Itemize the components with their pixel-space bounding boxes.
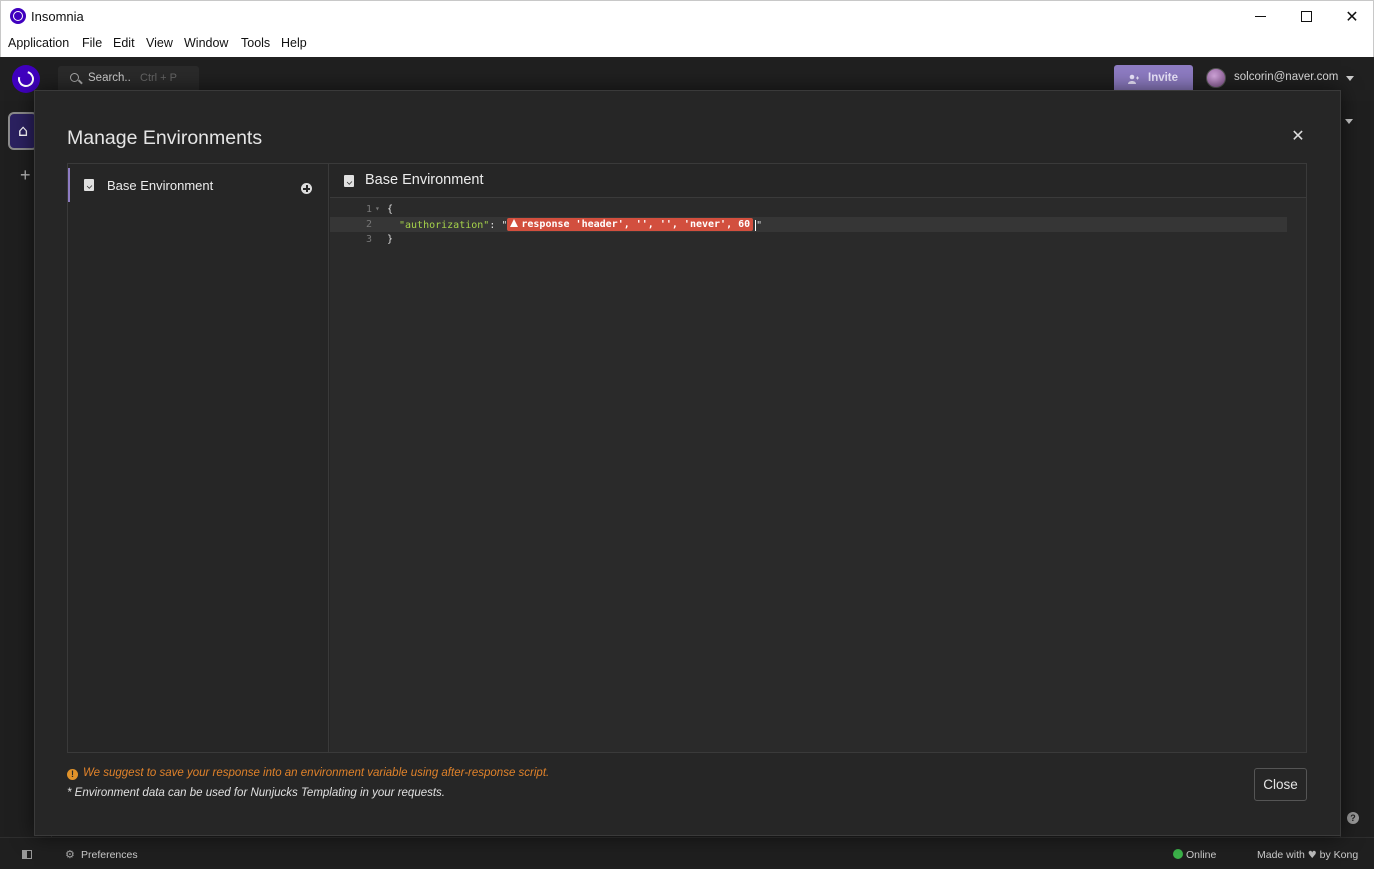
maximize-icon (1300, 11, 1312, 22)
search-input[interactable]: Search.. Ctrl + P (58, 66, 199, 92)
line-number: 3 (365, 234, 372, 245)
chevron-down-icon[interactable] (1346, 76, 1354, 81)
menu-file[interactable]: File (82, 36, 102, 50)
menu-help[interactable]: Help (281, 36, 307, 50)
after-response-hint: ! We suggest to save your response into a… (67, 767, 549, 780)
search-icon (70, 73, 79, 82)
insomnia-logo-icon (10, 8, 26, 24)
made-with-suffix: by Kong (1319, 849, 1359, 861)
code-text: } (387, 234, 394, 245)
minimize-icon (1254, 16, 1266, 17)
code-line: 3 } (330, 232, 1287, 247)
insomnia-logo[interactable] (12, 65, 40, 93)
code-line-active: 2 "authorization": " response 'header', '… (330, 217, 1287, 232)
code-line: 1 ▾ { (330, 202, 1287, 217)
modal-title: Manage Environments (67, 127, 263, 149)
warning-icon: ! (67, 769, 78, 780)
manage-environments-modal: Manage Environments ✕ Base Environment B… (34, 90, 1341, 836)
add-sub-environment-icon[interactable] (301, 183, 312, 194)
window-close-button[interactable]: ✕ (1329, 1, 1374, 32)
warning-icon (510, 219, 519, 227)
help-icon[interactable]: ? (1347, 812, 1359, 824)
search-placeholder: Search.. (88, 72, 131, 84)
status-bar: ⚙ Preferences Online Made with ♥ by Kong (0, 837, 1374, 869)
environment-editor: Base Environment 1 ▾ { 2 "authorization"… (330, 164, 1306, 752)
tag-text: response 'header', '', '', 'never', 60 (521, 219, 751, 230)
fold-toggle-icon[interactable]: ▾ (375, 204, 380, 213)
json-close-quote: " (756, 220, 763, 231)
heart-icon: ♥ (1307, 850, 1317, 861)
sidebar-toggle-icon[interactable] (22, 850, 32, 859)
menu-window[interactable]: Window (184, 36, 228, 50)
window-titlebar: Insomnia ✕ (0, 0, 1374, 31)
add-user-icon (1128, 74, 1139, 84)
code-text: "authorization": " response 'header', '',… (399, 218, 763, 232)
avatar[interactable] (1206, 68, 1226, 88)
line-number: 2 (365, 219, 372, 230)
close-button[interactable]: Close (1254, 768, 1307, 801)
made-with-prefix: Made with (1257, 849, 1305, 861)
editor-header: Base Environment (330, 164, 1306, 198)
editor-environment-name[interactable]: Base Environment (365, 172, 483, 188)
user-email[interactable]: solcorin@naver.com (1234, 71, 1338, 83)
maximize-button[interactable] (1283, 1, 1329, 32)
made-with-kong[interactable]: Made with ♥ by Kong (1257, 849, 1358, 861)
chevron-down-icon[interactable] (1345, 119, 1353, 124)
environment-file-icon (84, 179, 94, 191)
json-separator: : " (489, 220, 508, 231)
menu-view[interactable]: View (146, 36, 173, 50)
gear-icon[interactable]: ⚙ (65, 848, 75, 861)
minimize-button[interactable] (1237, 1, 1283, 32)
invite-button[interactable]: Invite (1114, 65, 1193, 93)
online-status: Online (1186, 849, 1217, 861)
line-number: 1 (365, 204, 372, 215)
environment-sidebar: Base Environment (68, 164, 329, 752)
json-code-editor[interactable]: 1 ▾ { 2 "authorization": " response 'head… (330, 202, 1306, 742)
invite-label: Invite (1148, 72, 1179, 84)
json-key: "authorization" (399, 220, 490, 231)
menu-application[interactable]: Application (8, 36, 69, 50)
close-icon: ✕ (1345, 8, 1359, 26)
sidebar-item-base-environment[interactable]: Base Environment (68, 168, 328, 202)
code-text: { (387, 204, 394, 215)
nunjucks-note: * Environment data can be used for Nunju… (67, 787, 446, 799)
preferences-link[interactable]: Preferences (81, 849, 138, 861)
nunjucks-tag-error[interactable]: response 'header', '', '', 'never', 60 (507, 218, 754, 231)
menu-edit[interactable]: Edit (113, 36, 135, 50)
menu-tools[interactable]: Tools (241, 36, 270, 50)
sidebar-item-label: Base Environment (107, 178, 214, 193)
add-icon[interactable]: + (20, 165, 31, 186)
environment-panel: Base Environment Base Environment 1 ▾ { … (67, 163, 1307, 753)
window-title: Insomnia (31, 9, 84, 24)
close-icon[interactable]: ✕ (1290, 126, 1306, 146)
hint-text: We suggest to save your response into an… (83, 767, 550, 779)
search-shortcut: Ctrl + P (140, 72, 177, 84)
environment-file-icon (344, 175, 354, 187)
menu-bar: Application File Edit View Window Tools … (0, 31, 1374, 57)
background-panel (1340, 101, 1374, 837)
online-status-icon (1173, 849, 1183, 859)
